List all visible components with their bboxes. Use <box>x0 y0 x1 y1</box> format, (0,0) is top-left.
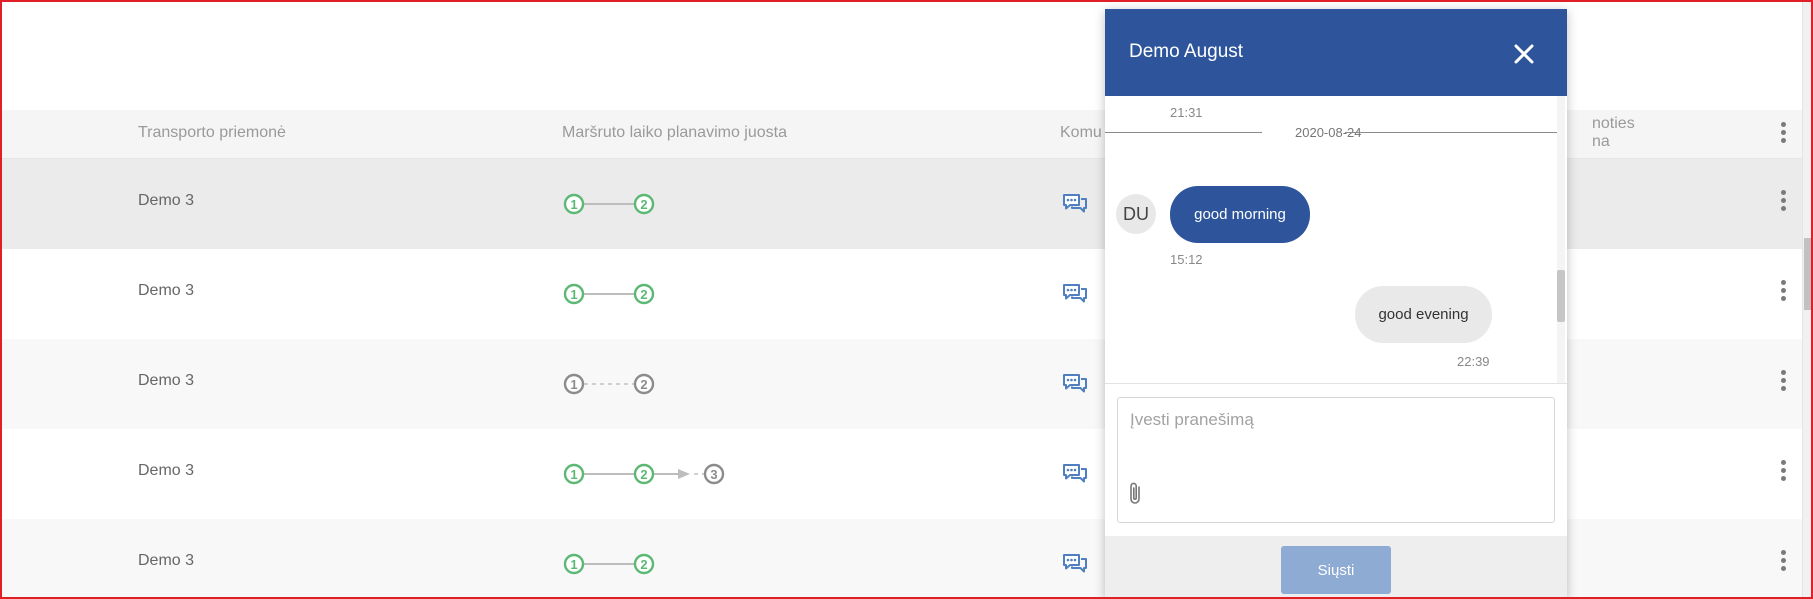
route-stop-number: 1 <box>570 197 577 212</box>
route-stop: 2 <box>633 283 655 305</box>
route-stop: 2 <box>633 553 655 575</box>
route-stop-number: 2 <box>640 557 647 572</box>
close-icon[interactable] <box>1513 43 1535 65</box>
column-header-last-line1: noties <box>1592 115 1635 132</box>
route-stop: 2 <box>633 373 655 395</box>
column-header-communication[interactable]: Komu <box>1060 124 1102 142</box>
incoming-message: good morning <box>1170 186 1310 243</box>
route-stop-number: 1 <box>570 467 577 482</box>
route-timeline: 12 <box>562 282 762 306</box>
message-scrollbar[interactable] <box>1557 96 1565 383</box>
send-button[interactable]: Siųsti <box>1281 546 1391 594</box>
chat-bubbles-icon[interactable] <box>1062 283 1088 305</box>
route-stop-number: 2 <box>640 197 647 212</box>
chat-window: Demo August 21:31 2020-08-24 DU good mor… <box>1105 9 1567 599</box>
route-timeline: 1 2 3 <box>562 462 762 486</box>
route-stop: 1 <box>563 373 585 395</box>
date-separator: 2020-08-24 <box>1105 122 1557 142</box>
route-stop: 2 <box>633 193 655 215</box>
route-stop-number: 2 <box>640 467 647 482</box>
avatar: DU <box>1116 194 1156 234</box>
vehicle-name: Demo 3 <box>138 462 195 479</box>
message-input[interactable] <box>1130 410 1540 430</box>
chat-title: Demo August <box>1129 41 1244 62</box>
more-vert-icon[interactable] <box>1778 460 1788 484</box>
column-header-route[interactable]: Maršruto laiko planavimo juosta <box>562 124 787 142</box>
route-stop-number: 3 <box>710 467 717 482</box>
more-vert-icon[interactable] <box>1778 190 1788 214</box>
route-stop: 1 <box>563 463 585 485</box>
incoming-message-time: 15:12 <box>1170 252 1203 267</box>
route-timeline: 12 <box>562 372 762 396</box>
page-scrollbar[interactable] <box>1802 0 1811 599</box>
route-stop: 3 <box>703 463 725 485</box>
chat-footer: Siųsti <box>1105 536 1567 599</box>
chat-bubbles-icon[interactable] <box>1062 373 1088 395</box>
vehicle-name: Demo 3 <box>138 372 195 389</box>
route-timeline: 12 <box>562 552 762 576</box>
chat-bubbles-icon[interactable] <box>1062 193 1088 215</box>
route-stop-number: 1 <box>570 557 577 572</box>
compose-box <box>1117 397 1555 523</box>
page-scrollbar-thumb[interactable] <box>1804 238 1811 310</box>
outgoing-message-time: 22:39 <box>1457 354 1490 369</box>
vehicle-name: Demo 3 <box>138 282 195 299</box>
outgoing-message: good evening <box>1355 286 1492 343</box>
column-header-last[interactable]: noties na <box>1592 115 1635 151</box>
message-time: 21:31 <box>1170 105 1203 120</box>
more-vert-icon[interactable] <box>1778 370 1788 394</box>
message-scrollbar-thumb[interactable] <box>1557 270 1565 322</box>
route-stop: 1 <box>563 193 585 215</box>
chat-header: Demo August <box>1105 9 1567 96</box>
chat-bubbles-icon[interactable] <box>1062 463 1088 485</box>
route-stop: 2 <box>633 463 655 485</box>
column-header-vehicle[interactable]: Transporto priemonė <box>138 124 286 142</box>
header-menu-icon[interactable] <box>1778 122 1788 146</box>
route-stop-number: 1 <box>570 377 577 392</box>
column-header-last-line2: na <box>1592 133 1610 150</box>
vehicle-name: Demo 3 <box>138 192 195 209</box>
route-stop: 1 <box>563 553 585 575</box>
route-timeline: 12 <box>562 192 762 216</box>
chat-bubbles-icon[interactable] <box>1062 553 1088 575</box>
route-stop-number: 2 <box>640 377 647 392</box>
compose-area <box>1105 383 1567 536</box>
route-arrow-icon <box>678 469 690 479</box>
paperclip-icon[interactable] <box>1127 481 1145 507</box>
more-vert-icon[interactable] <box>1778 550 1788 574</box>
route-stop-number: 2 <box>640 287 647 302</box>
vehicle-name: Demo 3 <box>138 552 195 569</box>
route-stop: 1 <box>563 283 585 305</box>
route-stop-number: 1 <box>570 287 577 302</box>
message-list[interactable]: 21:31 2020-08-24 DU good morning 15:12 g… <box>1105 96 1567 383</box>
more-vert-icon[interactable] <box>1778 280 1788 304</box>
